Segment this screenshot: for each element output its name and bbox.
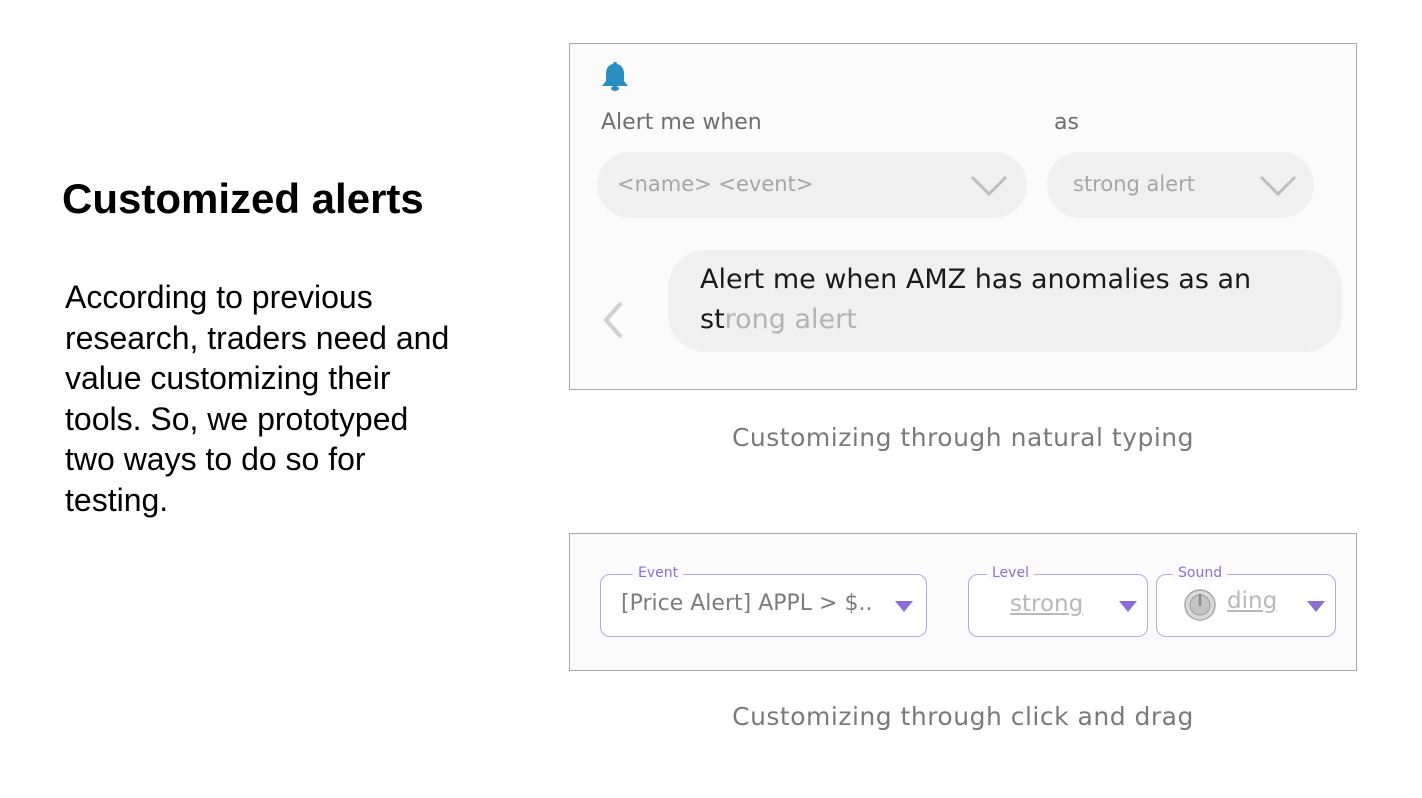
slide-title: Customized alerts [62,175,424,222]
level-legend: Level [987,565,1034,581]
slide-body: According to previous research, traders … [65,277,449,520]
chevron-down-icon [1259,175,1297,197]
alert-me-when-label: Alert me when [601,110,762,135]
volume-knob-icon[interactable] [1184,589,1216,621]
caret-down-icon [1307,601,1325,612]
level-select[interactable]: Level strong [968,565,1148,637]
alert-level-dropdown-value: strong alert [1073,172,1196,196]
sound-legend: Sound [1173,565,1228,581]
body-line: two ways to do so for [65,441,366,477]
natural-typing-caption: Customizing through natural typing [731,423,1195,452]
event-select[interactable]: Event [Price Alert] APPL > $.. [600,565,927,637]
caret-down-icon [895,601,913,612]
click-drag-caption: Customizing through click and drag [732,702,1194,731]
back-arrow-icon[interactable] [602,300,624,340]
sound-select-value: ding [1227,588,1278,614]
body-line: According to previous [65,279,373,315]
chevron-down-icon [970,175,1008,197]
event-legend: Event [633,565,684,581]
autocomplete-suggestion: rong alert [724,304,857,335]
caret-down-icon [1119,601,1137,612]
sound-select[interactable]: Sound ding [1156,565,1336,637]
click-drag-panel: Event [Price Alert] APPL > $.. Level str… [569,533,1357,671]
as-label: as [1054,110,1079,135]
body-line: research, traders need and [65,319,450,356]
level-select-value: strong [1010,591,1084,617]
alert-text-input[interactable]: Alert me when AMZ has anomalies as an st… [668,250,1342,352]
body-line: tools. So, we prototyped [65,400,409,437]
event-select-value: [Price Alert] APPL > $.. [621,591,873,616]
alert-level-dropdown[interactable]: strong alert [1047,152,1314,218]
event-dropdown-value: <name> <event> [617,172,814,196]
event-dropdown[interactable]: <name> <event> [597,152,1027,218]
body-line: testing. [65,481,169,518]
body-line: value customizing their [65,360,391,396]
natural-typing-panel: Alert me when as <name> <event> strong a… [569,43,1357,390]
bell-icon [602,62,628,91]
typed-text: Alert me when AMZ has anomalies as an st… [700,260,1320,340]
